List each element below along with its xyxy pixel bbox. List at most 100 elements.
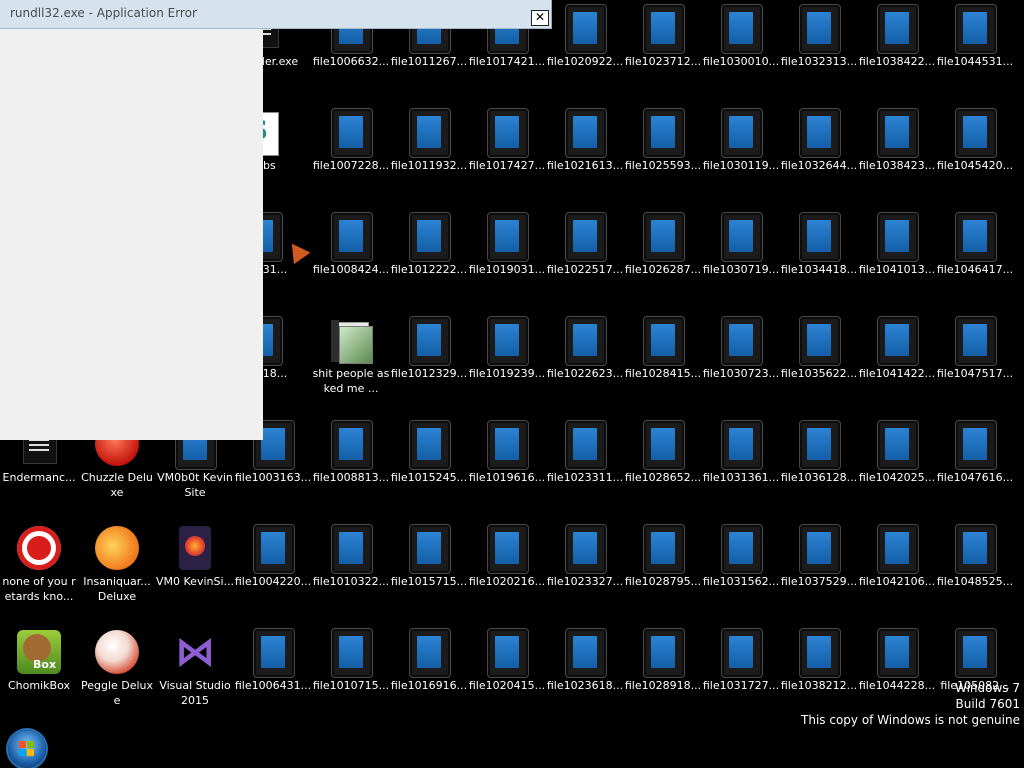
desktop-icon[interactable]: file1048525...: [936, 520, 1014, 624]
desktop-icon-label: file1031727...: [702, 679, 780, 692]
desktop-icon[interactable]: Box ChomikBox: [0, 624, 78, 728]
desktop-icon-label: ChomikBox: [8, 679, 70, 692]
desktop-icon[interactable]: file1023327...: [546, 520, 624, 624]
desktop-icon[interactable]: file1028652...: [624, 416, 702, 520]
desktop-icon[interactable]: file1011932...: [390, 104, 468, 208]
desktop-icon[interactable]: file1038422...: [858, 0, 936, 104]
desktop-icon[interactable]: file1010715...: [312, 624, 390, 728]
desktop-icon[interactable]: file1012329...: [390, 312, 468, 416]
desktop-icon[interactable]: file1019616...: [468, 416, 546, 520]
file-icon: [717, 316, 765, 366]
desktop-icon-label: file1044531...: [936, 55, 1014, 68]
desktop-icon[interactable]: file1028795...: [624, 520, 702, 624]
desktop-icon-label: file1019031...: [468, 263, 546, 276]
desktop-icon[interactable]: file1038423...: [858, 104, 936, 208]
file-icon: [483, 108, 531, 158]
desktop-icon[interactable]: file1028415...: [624, 312, 702, 416]
visual-studio-icon: ⋈: [175, 629, 215, 675]
desktop-icon[interactable]: file1025593...: [624, 104, 702, 208]
desktop-icon[interactable]: file1007228...: [312, 104, 390, 208]
file-icon: [951, 108, 999, 158]
desktop-icon[interactable]: file1036128...: [780, 416, 858, 520]
desktop-icon[interactable]: Insaniquar... Deluxe: [78, 520, 156, 624]
file-icon: [405, 108, 453, 158]
file-icon: [483, 420, 531, 470]
desktop-icon[interactable]: file1020216...: [468, 520, 546, 624]
file-icon: [561, 4, 609, 54]
desktop-icon[interactable]: file1019031...: [468, 208, 546, 312]
desktop-icon-label: file1003163...: [234, 471, 312, 484]
desktop-icon[interactable]: Peggle Deluxe: [78, 624, 156, 728]
desktop-icon[interactable]: ⋈ Visual Studio 2015: [156, 624, 234, 728]
desktop-icon[interactable]: file1010322...: [312, 520, 390, 624]
desktop-icon[interactable]: file1020415...: [468, 624, 546, 728]
desktop-icon[interactable]: none of you retards kno...: [0, 520, 78, 624]
desktop-icon[interactable]: file1006431...: [234, 624, 312, 728]
desktop-icon[interactable]: file1017427...: [468, 104, 546, 208]
desktop-icon[interactable]: file1047517...: [936, 312, 1014, 416]
file-icon: [405, 628, 453, 678]
desktop-icon[interactable]: file1045420...: [936, 104, 1014, 208]
desktop-icon-label: file1022623...: [546, 367, 624, 380]
chomikbox-icon: Box: [15, 628, 63, 676]
file-icon: [405, 316, 453, 366]
desktop-icon[interactable]: file1008813...: [312, 416, 390, 520]
desktop-icon[interactable]: file1047616...: [936, 416, 1014, 520]
desktop-icon[interactable]: file1030723...: [702, 312, 780, 416]
start-button[interactable]: [8, 730, 46, 768]
desktop-icon[interactable]: file1023618...: [546, 624, 624, 728]
desktop-icon[interactable]: file1032644...: [780, 104, 858, 208]
desktop-icon[interactable]: file1022623...: [546, 312, 624, 416]
desktop-icon[interactable]: file1015715...: [390, 520, 468, 624]
file-icon: [795, 212, 843, 262]
desktop-icon[interactable]: file1030119...: [702, 104, 780, 208]
desktop-icon[interactable]: file1023311...: [546, 416, 624, 520]
desktop-icon[interactable]: file1046417...: [936, 208, 1014, 312]
desktop-icon[interactable]: file1008424...: [312, 208, 390, 312]
desktop-icon[interactable]: file1030719...: [702, 208, 780, 312]
desktop-icon-label: file1023311...: [546, 471, 624, 484]
desktop-icon[interactable]: shit people asked me ...: [312, 312, 390, 416]
desktop-icon-label: file1028795...: [624, 575, 702, 588]
error-window-title-bar[interactable]: rundll32.exe - Application Error ✕: [0, 0, 552, 29]
desktop-icon-label: file1030719...: [702, 263, 780, 276]
file-icon: [249, 628, 297, 678]
desktop-icon[interactable]: file1032313...: [780, 0, 858, 104]
desktop-icon[interactable]: file1016916...: [390, 624, 468, 728]
file-icon: [717, 524, 765, 574]
desktop-icon[interactable]: file1044531...: [936, 0, 1014, 104]
desktop-icon[interactable]: file1031562...: [702, 520, 780, 624]
desktop-icon[interactable]: file1037529...: [780, 520, 858, 624]
close-button[interactable]: ✕: [531, 10, 549, 26]
desktop-icon[interactable]: file1004220...: [234, 520, 312, 624]
desktop-icon[interactable]: file1034418...: [780, 208, 858, 312]
desktop-icon[interactable]: file1031361...: [702, 416, 780, 520]
file-icon: [327, 420, 375, 470]
desktop-icon-label: file1020216...: [468, 575, 546, 588]
desktop-icon[interactable]: VM0 KevinSi...: [156, 520, 234, 624]
desktop-icon[interactable]: file1041422...: [858, 312, 936, 416]
desktop-icon[interactable]: file1031727...: [702, 624, 780, 728]
desktop-icon[interactable]: file1012222...: [390, 208, 468, 312]
desktop-icon[interactable]: file1026287...: [624, 208, 702, 312]
desktop-icon[interactable]: file1030010...: [702, 0, 780, 104]
desktop-icon[interactable]: file1042106...: [858, 520, 936, 624]
file-icon: [561, 524, 609, 574]
desktop-icon-label: file1007228...: [312, 159, 390, 172]
desktop-icon[interactable]: file1041013...: [858, 208, 936, 312]
close-icon: ✕: [534, 10, 546, 24]
desktop-icon[interactable]: file1015245...: [390, 416, 468, 520]
desktop-icon[interactable]: file1035622...: [780, 312, 858, 416]
peggle-icon: [93, 628, 141, 676]
desktop-icon[interactable]: file1023712...: [624, 0, 702, 104]
desktop-icon[interactable]: file1022517...: [546, 208, 624, 312]
desktop-icon[interactable]: file1019239...: [468, 312, 546, 416]
desktop-icon[interactable]: file1028918...: [624, 624, 702, 728]
file-icon: [717, 420, 765, 470]
file-icon: [873, 212, 921, 262]
desktop-icon-label: file1010322...: [312, 575, 390, 588]
desktop-icon[interactable]: file1020922...: [546, 0, 624, 104]
desktop-icon[interactable]: file1042025...: [858, 416, 936, 520]
desktop-icon[interactable]: file1021613...: [546, 104, 624, 208]
file-icon: [873, 524, 921, 574]
